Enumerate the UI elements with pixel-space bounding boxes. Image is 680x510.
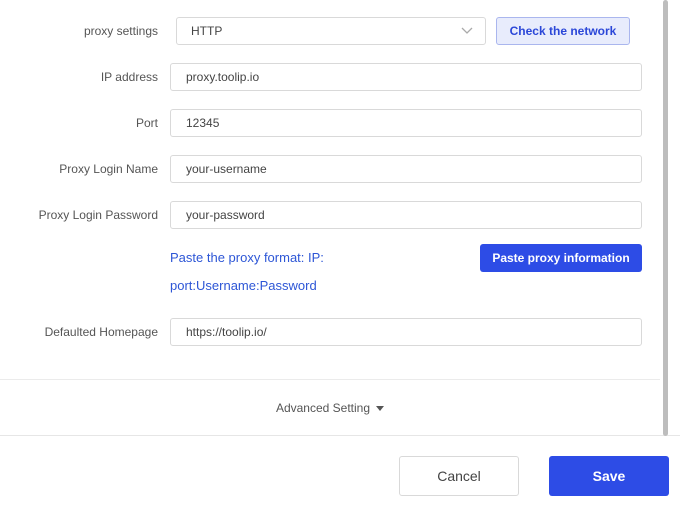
port-input[interactable]: 12345 (170, 109, 642, 137)
caret-down-icon (376, 406, 385, 412)
paste-format-line1: Paste the proxy format: IP: (170, 250, 324, 265)
proxy-settings-label: proxy settings (83, 24, 158, 38)
ip-address-input[interactable]: proxy.toolip.io (170, 63, 642, 91)
login-name-input[interactable]: your-username (170, 155, 642, 183)
scrollbar[interactable] (663, 0, 668, 436)
ip-address-row: IP address proxy.toolip.io (0, 63, 660, 91)
footer-divider (0, 435, 680, 436)
proxy-settings-row: proxy settings HTTP Check the network (0, 17, 660, 45)
homepage-label: Defaulted Homepage (44, 325, 158, 339)
divider (0, 379, 660, 380)
login-password-label: Proxy Login Password (38, 208, 158, 222)
login-name-label: Proxy Login Name (59, 162, 158, 176)
port-row: Port 12345 (0, 109, 660, 137)
paste-proxy-button[interactable]: Paste proxy information (480, 244, 642, 272)
login-password-row: Proxy Login Password your-password (0, 201, 660, 229)
advanced-setting-toggle[interactable]: Advanced Setting (0, 398, 660, 418)
homepage-input[interactable]: https://toolip.io/ (170, 318, 642, 346)
proxy-type-value: HTTP (191, 24, 223, 38)
ip-address-label: IP address (100, 70, 158, 84)
paste-format-hint: Paste the proxy format: IP: port:Usernam… (170, 244, 400, 300)
login-password-input[interactable]: your-password (170, 201, 642, 229)
save-button[interactable]: Save (549, 456, 669, 496)
paste-format-line2: port:Username:Password (170, 278, 317, 293)
port-label: Port (135, 116, 158, 130)
advanced-setting-label: Advanced Setting (275, 401, 371, 415)
cancel-button[interactable]: Cancel (399, 456, 519, 496)
login-name-row: Proxy Login Name your-username (0, 155, 660, 183)
proxy-form: proxy settings HTTP Check the network IP… (0, 0, 660, 380)
homepage-row: Defaulted Homepage https://toolip.io/ (0, 318, 660, 346)
chevron-down-icon (461, 27, 473, 34)
proxy-type-select[interactable]: HTTP (176, 17, 486, 45)
check-network-button[interactable]: Check the network (496, 17, 630, 45)
